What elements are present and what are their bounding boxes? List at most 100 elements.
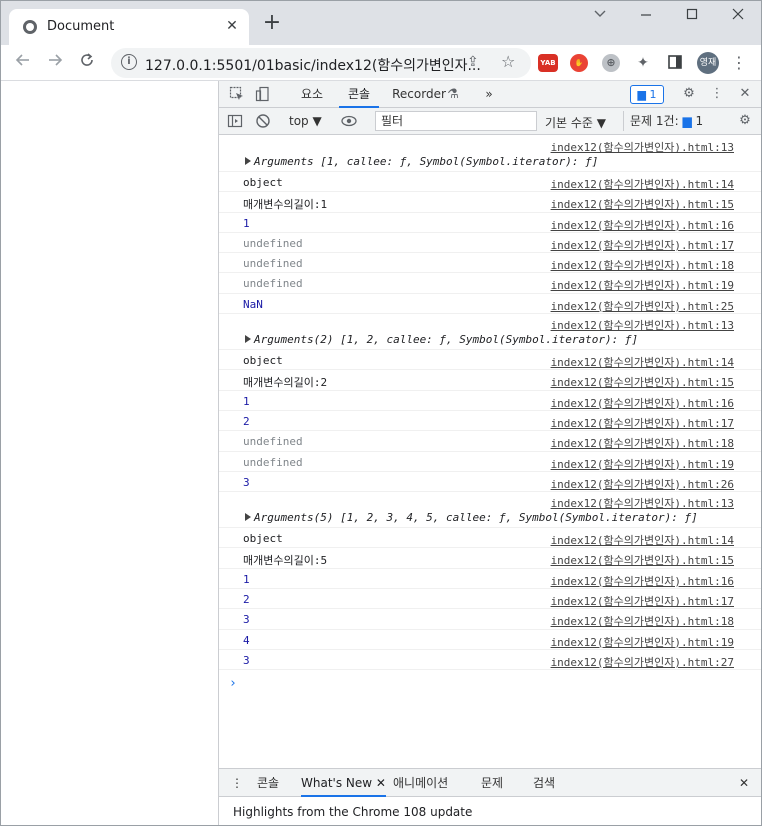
- devtools-menu-icon[interactable]: ⋮: [709, 86, 725, 102]
- sidebar-toggle-icon[interactable]: [227, 113, 243, 129]
- console-row: 1 index12(함수의가변인자).html:16: [219, 391, 761, 411]
- console-row: 3 index12(함수의가변인자).html:27: [219, 650, 761, 671]
- clear-console-icon[interactable]: [255, 113, 271, 129]
- source-link[interactable]: index12(함수의가변인자).html:16: [551, 573, 734, 589]
- kebab-menu-icon[interactable]: ⋮: [731, 51, 747, 75]
- console-row-arguments[interactable]: Arguments(2) [1, 2, callee: ƒ, Symbol(Sy…: [219, 314, 761, 351]
- back-button[interactable]: [11, 51, 35, 75]
- eye-icon[interactable]: [341, 113, 357, 129]
- close-tab-icon[interactable]: ✕: [223, 17, 241, 35]
- info-icon[interactable]: i: [121, 54, 137, 70]
- console-message: undefined: [243, 277, 303, 291]
- console-message: undefined: [243, 435, 303, 449]
- console-message: NaN: [243, 297, 263, 311]
- console-message: 2: [243, 593, 250, 607]
- source-link[interactable]: index12(함수의가변인자).html:18: [551, 435, 734, 451]
- source-link[interactable]: index12(함수의가변인자).html:26: [551, 476, 734, 492]
- expand-triangle-icon[interactable]: [245, 335, 251, 344]
- device-toolbar-icon[interactable]: [255, 86, 271, 102]
- source-link[interactable]: index12(함수의가변인자).html:17: [551, 237, 734, 253]
- address-bar[interactable]: i 127.0.0.1:5501/01basic/index12(함수의가변인자…: [111, 48, 531, 78]
- minimize-window-button[interactable]: [631, 7, 661, 27]
- puzzle-icon[interactable]: ✦: [634, 54, 652, 72]
- console-row: 4 index12(함수의가변인자).html:19: [219, 630, 761, 650]
- issues-count: 1: [649, 88, 657, 101]
- close-devtools-icon[interactable]: ✕: [737, 86, 753, 102]
- log-level-select[interactable]: 기본 수준 ▼: [545, 114, 606, 131]
- source-link[interactable]: index12(함수의가변인자).html:13: [551, 139, 734, 155]
- url-text[interactable]: 127.0.0.1:5501/01basic/index12(함수의가변인자..…: [145, 55, 481, 75]
- reload-button[interactable]: [75, 51, 99, 75]
- yab-extension-icon[interactable]: YAB: [538, 54, 558, 72]
- inspect-element-icon[interactable]: [229, 86, 245, 102]
- source-link[interactable]: index12(함수의가변인자).html:18: [551, 613, 734, 629]
- source-link[interactable]: index12(함수의가변인자).html:17: [551, 415, 734, 431]
- share-icon[interactable]: ⇪: [467, 54, 479, 70]
- source-link[interactable]: index12(함수의가변인자).html:19: [551, 277, 734, 293]
- source-link[interactable]: index12(함수의가변인자).html:15: [551, 552, 734, 568]
- source-link[interactable]: index12(함수의가변인자).html:14: [551, 354, 734, 370]
- console-row: object index12(함수의가변인자).html:14: [219, 528, 761, 549]
- maximize-button[interactable]: [677, 7, 707, 27]
- minimize-button[interactable]: [585, 7, 615, 27]
- source-link[interactable]: index12(함수의가변인자).html:27: [551, 654, 734, 670]
- more-tabs-button[interactable]: »: [479, 81, 499, 108]
- close-window-button[interactable]: [723, 7, 753, 27]
- console-row-arguments[interactable]: Arguments [1, callee: ƒ, Symbol(Symbol.i…: [219, 136, 761, 172]
- tab-console[interactable]: 콘솔: [339, 81, 379, 108]
- forward-button[interactable]: [43, 51, 67, 75]
- console-row: 2 index12(함수의가변인자).html:17: [219, 411, 761, 432]
- console-row: 매개변수의길이:1 index12(함수의가변인자).html:15: [219, 192, 761, 213]
- star-icon[interactable]: ☆: [501, 52, 515, 71]
- source-link[interactable]: index12(함수의가변인자).html:19: [551, 456, 734, 472]
- console-message: 매개변수의길이:2: [243, 376, 328, 390]
- drawer-menu-icon[interactable]: ⋮: [231, 769, 243, 797]
- log-level-value: 기본 수준: [545, 116, 593, 130]
- expand-triangle-icon[interactable]: [245, 157, 251, 165]
- issues-button[interactable]: 문제 1건: ▆ 1: [623, 111, 715, 131]
- tab-elements[interactable]: 요소: [291, 81, 333, 108]
- source-link[interactable]: index12(함수의가변인자).html:17: [551, 593, 734, 609]
- drawer-tab-console[interactable]: 콘솔: [257, 769, 279, 797]
- source-link[interactable]: index12(함수의가변인자).html:14: [551, 532, 734, 548]
- source-link[interactable]: index12(함수의가변인자).html:18: [551, 257, 734, 273]
- console-row-arguments[interactable]: Arguments(5) [1, 2, 3, 4, 5, callee: ƒ, …: [219, 492, 761, 529]
- source-link[interactable]: index12(함수의가변인자).html:13: [551, 495, 734, 511]
- globe-extension-icon[interactable]: ⊕: [602, 54, 620, 72]
- close-drawer-icon[interactable]: ✕: [739, 769, 749, 797]
- drawer-tab-issues[interactable]: 문제: [481, 769, 503, 797]
- new-tab-button[interactable]: +: [261, 12, 283, 35]
- chevron-down-icon: [594, 10, 606, 17]
- source-link[interactable]: index12(함수의가변인자).html:19: [551, 634, 734, 650]
- drawer-tab-animations[interactable]: 애니메이션: [393, 769, 448, 797]
- console-message: 1: [243, 394, 250, 408]
- console-prompt[interactable]: ›: [229, 676, 761, 691]
- filter-input[interactable]: 필터: [375, 111, 537, 131]
- source-link[interactable]: index12(함수의가변인자).html:25: [551, 298, 734, 314]
- console-row: object index12(함수의가변인자).html:14: [219, 350, 761, 371]
- drawer-tab-search[interactable]: 검색: [533, 769, 555, 797]
- source-link[interactable]: index12(함수의가변인자).html:16: [551, 217, 734, 233]
- sidepanel-icon[interactable]: [666, 54, 684, 72]
- source-link[interactable]: index12(함수의가변인자).html:14: [551, 176, 734, 192]
- browser-tab[interactable]: Document ✕: [9, 9, 249, 45]
- context-select[interactable]: top ▼: [289, 114, 322, 128]
- arrow-left-icon: [15, 54, 29, 66]
- expand-triangle-icon[interactable]: [245, 513, 251, 522]
- tab-recorder[interactable]: Recorder: [389, 81, 449, 108]
- drawer-tab-whats-new[interactable]: What's New ✕: [301, 769, 386, 797]
- stop-extension-icon[interactable]: ✋: [570, 54, 588, 72]
- source-link[interactable]: index12(함수의가변인자).html:13: [551, 317, 734, 333]
- console-message: object: [243, 532, 283, 546]
- console-message: 3: [243, 613, 250, 627]
- close-icon[interactable]: ✕: [376, 776, 386, 790]
- gear-icon[interactable]: ⚙: [681, 86, 697, 102]
- source-link[interactable]: index12(함수의가변인자).html:16: [551, 395, 734, 411]
- source-link[interactable]: index12(함수의가변인자).html:15: [551, 196, 734, 212]
- avatar[interactable]: 영재: [697, 52, 719, 74]
- console-message: Arguments(5) [1, 2, 3, 4, 5, callee: ƒ, …: [254, 511, 698, 525]
- issues-count-button[interactable]: ▆ 1: [630, 85, 664, 104]
- source-link[interactable]: index12(함수의가변인자).html:15: [551, 374, 734, 390]
- console-settings-gear-icon[interactable]: ⚙: [737, 113, 753, 129]
- flask-icon: ⚗: [447, 87, 459, 102]
